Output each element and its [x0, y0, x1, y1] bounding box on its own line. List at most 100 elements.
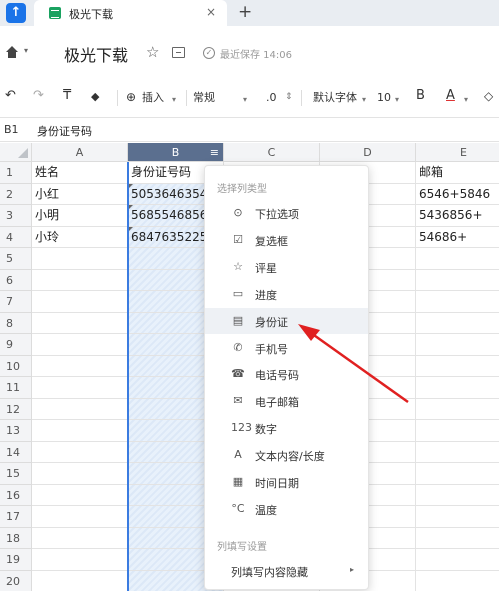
menu-item-column-type[interactable]: ▦ 时间日期: [205, 469, 368, 495]
row-header[interactable]: 9: [0, 334, 32, 356]
cell-a14[interactable]: [32, 441, 128, 463]
number-format-select[interactable]: 常规: [193, 91, 215, 105]
column-header-d[interactable]: D: [320, 143, 416, 162]
cell-a3[interactable]: 小明: [32, 205, 128, 227]
row-header[interactable]: 18: [0, 527, 32, 549]
row-header[interactable]: 1: [0, 162, 32, 184]
chevron-down-icon[interactable]: ▾: [464, 93, 468, 107]
cell-a2[interactable]: 小红: [32, 183, 128, 205]
cell-reference[interactable]: B1: [4, 123, 19, 136]
tab-close-icon[interactable]: ×: [206, 5, 216, 19]
cell-e14[interactable]: [416, 442, 499, 463]
cell-e16[interactable]: [416, 485, 499, 506]
cell-a11[interactable]: [32, 377, 128, 399]
chevron-down-icon[interactable]: ▾: [362, 93, 366, 107]
cell-e13[interactable]: [416, 420, 499, 442]
cell-e7[interactable]: [416, 291, 499, 313]
menu-item-column-type[interactable]: ▤ 身份证: [205, 307, 368, 334]
cell-a16[interactable]: [32, 484, 128, 506]
menu-item-column-type[interactable]: ▭ 进度: [205, 281, 368, 307]
cell-e2[interactable]: 6546+5846: [416, 184, 499, 205]
decimal-places[interactable]: .0: [266, 91, 277, 105]
cell-e20[interactable]: [416, 571, 499, 591]
row-header[interactable]: 11: [0, 377, 32, 399]
clear-format-icon[interactable]: ◆: [91, 90, 99, 104]
menu-item-column-type[interactable]: ✆ 手机号: [205, 335, 368, 361]
cell-e8[interactable]: [416, 313, 499, 334]
row-header[interactable]: 16: [0, 484, 32, 506]
column-header-a[interactable]: A: [32, 143, 128, 162]
cell-a5[interactable]: [32, 248, 128, 270]
row-header[interactable]: 17: [0, 506, 32, 528]
row-header[interactable]: 15: [0, 463, 32, 485]
cell-a8[interactable]: [32, 312, 128, 334]
menu-item-hide-fill[interactable]: 列填写内容隐藏 ▸: [205, 558, 368, 584]
menu-item-column-type[interactable]: ☆ 评星: [205, 254, 368, 280]
cell-e17[interactable]: [416, 506, 499, 528]
cell-e18[interactable]: [416, 528, 499, 549]
cell-e15[interactable]: [416, 463, 499, 485]
cell-a18[interactable]: [32, 527, 128, 549]
cell-e4[interactable]: 54686+: [416, 227, 499, 248]
row-header[interactable]: 8: [0, 312, 32, 334]
cell-a6[interactable]: [32, 269, 128, 291]
font-family-select[interactable]: 默认字体: [313, 91, 357, 105]
row-header[interactable]: 2: [0, 183, 32, 205]
menu-item-column-type[interactable]: ☑ 复选框: [205, 227, 368, 253]
chevron-down-icon[interactable]: ▾: [395, 93, 399, 107]
cell-a4[interactable]: 小玲: [32, 226, 128, 248]
row-header[interactable]: 12: [0, 398, 32, 420]
redo-icon[interactable]: ↷: [33, 89, 44, 103]
cell-a19[interactable]: [32, 549, 128, 571]
row-header[interactable]: 6: [0, 269, 32, 291]
row-header[interactable]: 7: [0, 291, 32, 313]
cell-e1[interactable]: 邮箱: [416, 162, 499, 184]
menu-item-column-type[interactable]: ☎ 电话号码: [205, 361, 368, 387]
insert-button[interactable]: 插入: [142, 91, 164, 105]
cell-a7[interactable]: [32, 291, 128, 313]
select-all-corner[interactable]: [0, 143, 32, 162]
cell-e19[interactable]: [416, 549, 499, 571]
formula-input[interactable]: 身份证号码: [37, 123, 92, 139]
column-header-e[interactable]: E: [416, 143, 499, 162]
cell-a10[interactable]: [32, 355, 128, 377]
cell-a12[interactable]: [32, 398, 128, 420]
cell-e6[interactable]: [416, 270, 499, 291]
cell-e9[interactable]: [416, 334, 499, 356]
chevron-down-icon[interactable]: ▾: [24, 46, 28, 55]
cell-a13[interactable]: [32, 420, 128, 442]
cell-a1[interactable]: 姓名: [32, 162, 128, 184]
cell-e3[interactable]: 5436856+: [416, 205, 499, 227]
move-folder-icon[interactable]: [172, 47, 185, 58]
font-size-select[interactable]: 10: [377, 91, 391, 105]
row-header[interactable]: 3: [0, 205, 32, 227]
new-tab-icon[interactable]: +: [238, 2, 252, 22]
row-header[interactable]: 4: [0, 226, 32, 248]
row-header[interactable]: 10: [0, 355, 32, 377]
tab-active[interactable]: 极光下载 ×: [34, 0, 227, 26]
column-menu-icon[interactable]: ≡: [210, 143, 219, 162]
cell-a9[interactable]: [32, 334, 128, 356]
cell-e11[interactable]: [416, 377, 499, 399]
fill-color-icon[interactable]: ◇: [484, 89, 493, 103]
cell-e5[interactable]: [416, 248, 499, 270]
insert-plus-icon[interactable]: ⊕: [126, 90, 136, 104]
chevron-down-icon[interactable]: ▾: [243, 93, 247, 107]
stepper-icon[interactable]: ⇕: [285, 90, 293, 104]
undo-icon[interactable]: ↶: [5, 89, 16, 103]
menu-item-column-type[interactable]: ⊙ 下拉选项: [205, 200, 368, 226]
row-header[interactable]: 14: [0, 441, 32, 463]
star-icon[interactable]: ☆: [146, 43, 159, 61]
cell-a17[interactable]: [32, 506, 128, 528]
row-header[interactable]: 19: [0, 549, 32, 571]
cell-e10[interactable]: [416, 356, 499, 377]
menu-item-column-type[interactable]: °C 温度: [205, 496, 368, 522]
home-icon[interactable]: [5, 45, 19, 59]
document-title[interactable]: 极光下载: [64, 42, 128, 66]
menu-item-column-type[interactable]: ✉ 电子邮箱: [205, 388, 368, 414]
app-logo-icon[interactable]: ↑: [6, 3, 26, 23]
column-header-c[interactable]: C: [224, 143, 320, 162]
cell-a15[interactable]: [32, 463, 128, 485]
column-header-b[interactable]: B ≡: [128, 143, 224, 162]
cell-a20[interactable]: [32, 570, 128, 591]
